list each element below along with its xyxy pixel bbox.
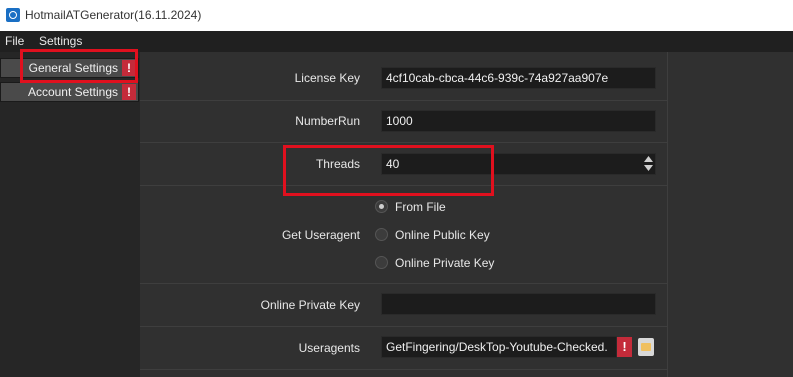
license-key-label: License Key xyxy=(294,71,360,85)
radio-online-public-key-label: Online Public Key xyxy=(395,228,490,242)
sidebar-item-label: Account Settings xyxy=(27,85,118,99)
threads-label: Threads xyxy=(315,157,360,171)
radio-online-public-key[interactable] xyxy=(375,228,388,241)
online-private-key-input[interactable] xyxy=(381,293,656,315)
warning-icon: ! xyxy=(122,84,136,100)
spin-down-icon[interactable] xyxy=(643,164,654,172)
sidebar-item-account-settings[interactable]: Account Settings ! xyxy=(0,82,139,102)
license-key-input[interactable] xyxy=(381,67,656,89)
sidebar-item-general-settings[interactable]: General Settings ! xyxy=(0,58,139,78)
radio-from-file[interactable] xyxy=(375,200,388,213)
outlook-app-icon xyxy=(6,8,20,22)
menu-settings[interactable]: Settings xyxy=(39,34,82,48)
spin-up-icon[interactable] xyxy=(643,155,654,163)
menu-file[interactable]: File xyxy=(5,34,24,48)
get-useragent-label: Get Useragent xyxy=(281,228,360,242)
warning-icon: ! xyxy=(617,337,632,357)
useragents-file-input[interactable] xyxy=(381,336,617,358)
number-run-label: NumberRun xyxy=(295,114,360,128)
threads-stepper[interactable] xyxy=(381,153,656,175)
radio-from-file-label: From File xyxy=(395,200,446,214)
title-bar: HotmailATGenerator(16.11.2024) xyxy=(0,0,793,31)
window-title: HotmailATGenerator(16.11.2024) xyxy=(25,8,202,22)
browse-folder-icon[interactable] xyxy=(638,338,654,356)
sidebar-item-label: General Settings xyxy=(28,61,118,75)
radio-online-private-key-label: Online Private Key xyxy=(395,256,495,270)
column-divider xyxy=(667,52,668,377)
number-run-input[interactable] xyxy=(381,110,656,132)
menu-bar: File Settings xyxy=(0,31,793,52)
radio-online-private-key[interactable] xyxy=(375,256,388,269)
warning-icon: ! xyxy=(122,60,136,76)
useragents-label: Useragents xyxy=(298,341,360,355)
online-private-key-label: Online Private Key xyxy=(260,298,360,312)
